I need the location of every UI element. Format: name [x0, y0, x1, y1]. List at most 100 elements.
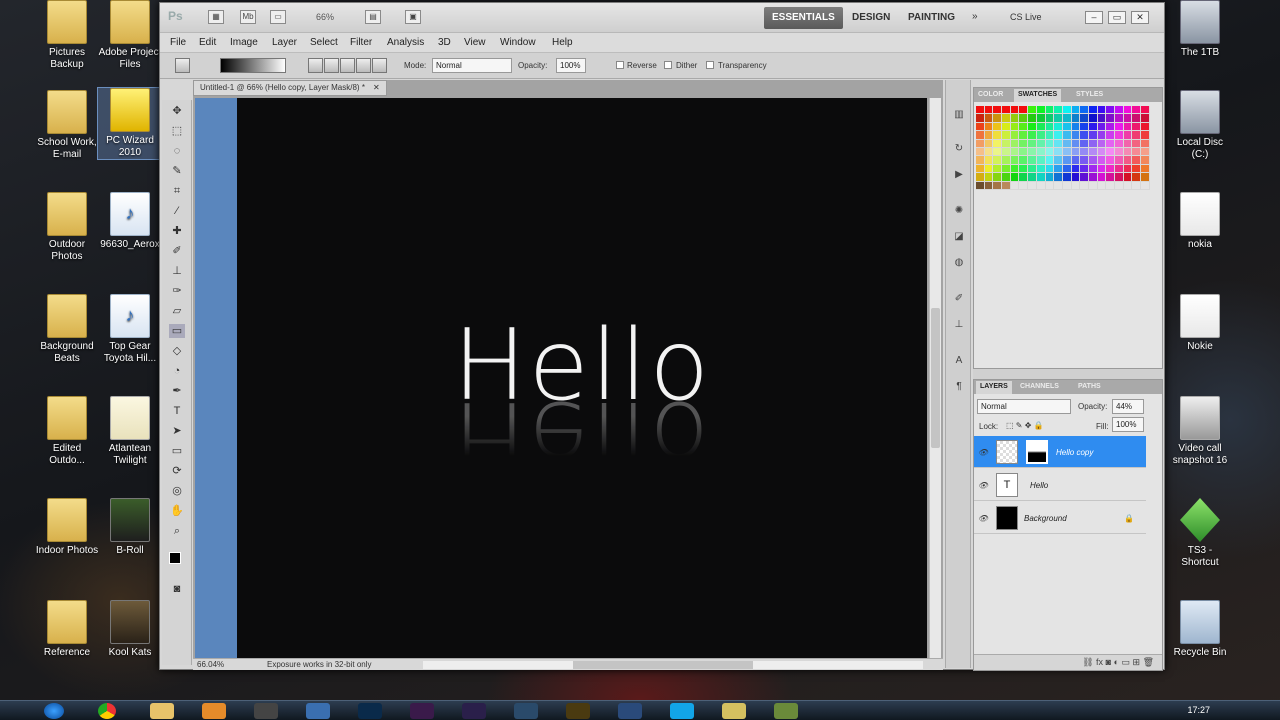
close-button[interactable]: ✕: [1131, 11, 1149, 24]
color-swatch[interactable]: [1028, 173, 1037, 182]
color-swatch[interactable]: [1123, 139, 1133, 148]
color-swatch[interactable]: [1054, 139, 1063, 148]
dither-checkbox[interactable]: [664, 61, 672, 69]
color-swatch[interactable]: [1080, 131, 1089, 140]
start-button-icon[interactable]: [44, 703, 64, 719]
histogram-icon[interactable]: ▥: [952, 108, 966, 121]
desktop-icon-background-beats[interactable]: Background Beats: [35, 294, 99, 365]
quick-mask-icon[interactable]: ◙: [169, 582, 185, 596]
color-swatch[interactable]: [1106, 181, 1115, 190]
desktop-icon-b-roll[interactable]: B-Roll: [98, 498, 162, 557]
scroll-thumb[interactable]: [573, 661, 753, 669]
color-swatch[interactable]: [1132, 122, 1142, 132]
color-swatch[interactable]: [1088, 181, 1098, 190]
3d-orbit-tool-icon[interactable]: ◎: [169, 484, 185, 498]
3d-rotate-tool-icon[interactable]: ⟳: [169, 464, 185, 478]
skype-icon[interactable]: [670, 703, 694, 719]
color-swatch[interactable]: [1106, 156, 1115, 165]
horizontal-scrollbar[interactable]: [423, 661, 923, 669]
color-swatch[interactable]: [1019, 131, 1029, 140]
color-swatch[interactable]: [1088, 164, 1098, 174]
color-swatch[interactable]: [993, 122, 1003, 132]
color-swatch[interactable]: [984, 114, 994, 123]
color-swatch[interactable]: [1106, 173, 1115, 182]
color-swatch[interactable]: [976, 106, 985, 115]
color-swatch[interactable]: [1097, 122, 1107, 132]
color-swatch[interactable]: [1071, 122, 1081, 132]
color-swatch[interactable]: [1036, 173, 1046, 182]
color-swatch[interactable]: [1141, 156, 1150, 165]
fx-icon[interactable]: fx: [1096, 657, 1103, 667]
color-swatch[interactable]: [984, 156, 994, 165]
color-swatch[interactable]: [1019, 164, 1029, 174]
dodge-tool-icon[interactable]: ◔: [169, 364, 185, 378]
color-swatch[interactable]: [976, 164, 985, 174]
desktop-icon-top-gear[interactable]: ♪ Top Gear Toyota Hil...: [98, 294, 162, 365]
delete-layer-icon[interactable]: 🗑: [1143, 657, 1154, 667]
color-swatch[interactable]: [1106, 139, 1115, 148]
color-swatch[interactable]: [993, 139, 1003, 148]
color-swatch[interactable]: [1045, 156, 1055, 165]
menu-filter[interactable]: Filter: [350, 37, 372, 48]
history-icon[interactable]: ↻: [952, 142, 966, 155]
color-swatch[interactable]: [1062, 173, 1072, 182]
layer-row-background[interactable]: 👁 Background 🔒: [974, 502, 1146, 534]
color-swatch[interactable]: [984, 131, 994, 140]
extras-dropdown[interactable]: ▭: [270, 10, 286, 24]
color-swatch[interactable]: [1028, 114, 1037, 123]
gradient-swatch[interactable]: [220, 58, 286, 73]
desktop-icon-pictures-backup[interactable]: Pictures Backup: [35, 0, 99, 71]
color-swatch[interactable]: [984, 139, 994, 148]
color-swatch[interactable]: [1097, 114, 1107, 123]
color-swatch[interactable]: [993, 173, 1003, 182]
character-icon[interactable]: A: [952, 354, 966, 367]
color-swatch[interactable]: [1062, 114, 1072, 123]
more-workspaces-button[interactable]: »: [972, 11, 978, 22]
pen-tool-icon[interactable]: ✒: [169, 384, 185, 398]
color-swatch[interactable]: [976, 173, 985, 182]
color-swatch[interactable]: [1062, 106, 1072, 115]
color-swatch[interactable]: [1028, 181, 1037, 190]
opacity-field[interactable]: 100%: [556, 58, 586, 73]
color-swatch[interactable]: [993, 164, 1003, 174]
color-swatch[interactable]: [1132, 173, 1142, 182]
color-swatch[interactable]: [976, 181, 985, 190]
color-swatch[interactable]: [1062, 147, 1072, 157]
color-swatch[interactable]: [993, 131, 1003, 140]
color-swatch[interactable]: [1010, 173, 1020, 182]
color-swatch[interactable]: [1132, 147, 1142, 157]
menu-analysis[interactable]: Analysis: [387, 37, 424, 48]
color-swatch[interactable]: [993, 181, 1003, 190]
visibility-eye-icon[interactable]: 👁: [978, 514, 988, 523]
color-swatch[interactable]: [1141, 122, 1150, 132]
color-swatch[interactable]: [1028, 106, 1037, 115]
desktop-icon-nokia[interactable]: nokia: [1168, 192, 1232, 251]
color-swatch[interactable]: [1132, 156, 1142, 165]
color-swatch[interactable]: [1019, 106, 1029, 115]
color-swatch[interactable]: [1028, 156, 1037, 165]
color-swatch[interactable]: [1115, 164, 1124, 174]
color-swatch[interactable]: [1028, 164, 1037, 174]
color-swatch[interactable]: [1097, 147, 1107, 157]
color-swatch[interactable]: [1132, 106, 1142, 115]
after-effects-icon[interactable]: [462, 703, 486, 719]
lock-icons[interactable]: ⬚ ✎ ✥ 🔒: [1006, 421, 1044, 430]
color-swatch[interactable]: [1115, 173, 1124, 182]
visibility-eye-icon[interactable]: 👁: [978, 481, 988, 490]
color-swatch[interactable]: [1097, 181, 1107, 190]
color-swatch[interactable]: [1054, 156, 1063, 165]
color-swatch[interactable]: [1062, 131, 1072, 140]
color-swatch[interactable]: [1123, 114, 1133, 123]
color-swatch[interactable]: [1036, 114, 1046, 123]
quick-select-tool-icon[interactable]: ✎: [169, 164, 185, 178]
color-swatch[interactable]: [1010, 147, 1020, 157]
color-swatch[interactable]: [976, 156, 985, 165]
color-swatch[interactable]: [1080, 106, 1089, 115]
reflected-gradient-button[interactable]: [356, 58, 371, 73]
color-swatch[interactable]: [1097, 106, 1107, 115]
mode-select[interactable]: Normal: [432, 58, 512, 73]
color-swatch[interactable]: [1080, 114, 1089, 123]
color-swatch[interactable]: [1002, 181, 1011, 190]
color-swatch[interactable]: [1115, 181, 1124, 190]
crop-tool-icon[interactable]: ⌗: [169, 184, 185, 198]
